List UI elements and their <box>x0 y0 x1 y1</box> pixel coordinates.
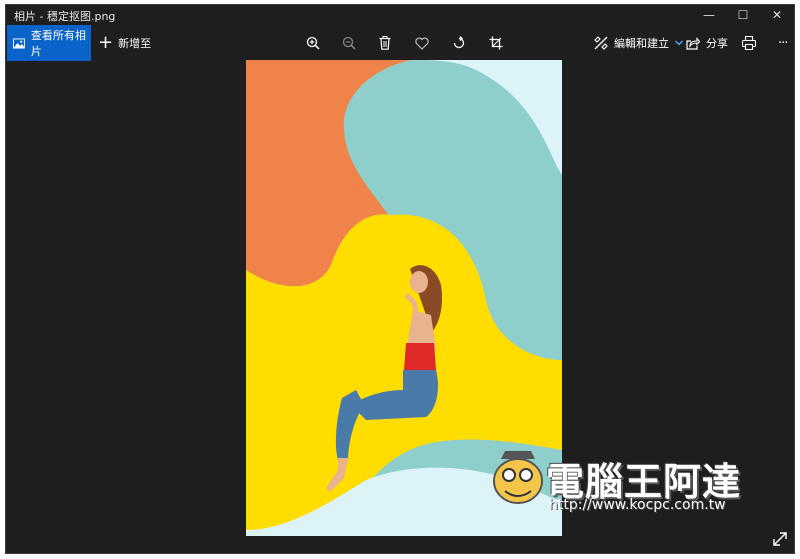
zoom-in-icon <box>306 36 320 50</box>
toolbar: 查看所有相片 + 新增至 編輯和建立 分享 ··· <box>6 25 794 61</box>
crop-icon <box>489 36 503 50</box>
edit-icon <box>594 36 608 50</box>
edit-create-label: 編輯和建立 <box>614 37 669 50</box>
rotate-icon <box>453 36 465 49</box>
share-button[interactable]: 分享 <box>686 25 728 61</box>
favorite-icon <box>415 37 429 50</box>
view-all-photos-label: 查看所有相片 <box>30 29 86 58</box>
crop-button[interactable] <box>487 34 505 52</box>
add-to-button[interactable]: + 新增至 <box>98 25 151 61</box>
more-button[interactable]: ··· <box>778 25 788 61</box>
zoom-out-icon <box>342 36 356 50</box>
watermark-url: http://www.kocpc.com.tw <box>549 497 726 513</box>
watermark: 電腦王阿達 http://www.kocpc.com.tw <box>491 445 761 515</box>
rotate-button[interactable] <box>450 34 468 52</box>
delete-button[interactable] <box>376 34 394 52</box>
view-all-photos-button[interactable]: 查看所有相片 <box>7 25 91 61</box>
share-label: 分享 <box>706 37 728 50</box>
add-to-label: 新增至 <box>118 37 152 50</box>
photos-window: 相片 - 穩定抠图.png — ☐ ✕ 查看所有相片 + 新增至 編輯和建立 分… <box>5 4 795 554</box>
zoom-out-button[interactable] <box>340 34 358 52</box>
zoom-in-button[interactable] <box>304 34 322 52</box>
photo-icon <box>13 37 25 49</box>
close-button[interactable]: ✕ <box>760 5 794 25</box>
minimize-button[interactable]: — <box>692 5 726 25</box>
edit-create-button[interactable]: 編輯和建立 <box>594 25 690 61</box>
delete-icon <box>379 36 391 50</box>
title-bar: 相片 - 穩定抠图.png — ☐ ✕ <box>6 5 794 25</box>
print-button[interactable] <box>740 34 758 52</box>
share-icon <box>686 36 700 50</box>
favorite-button[interactable] <box>413 34 431 52</box>
maximize-button[interactable]: ☐ <box>726 5 760 25</box>
chevron-down-icon <box>675 40 683 46</box>
window-title: 相片 - 穩定抠图.png <box>14 10 116 23</box>
expand-icon[interactable] <box>772 531 788 547</box>
print-icon <box>742 36 756 50</box>
plus-icon: + <box>98 32 114 53</box>
mascot-logo-icon <box>493 451 543 504</box>
